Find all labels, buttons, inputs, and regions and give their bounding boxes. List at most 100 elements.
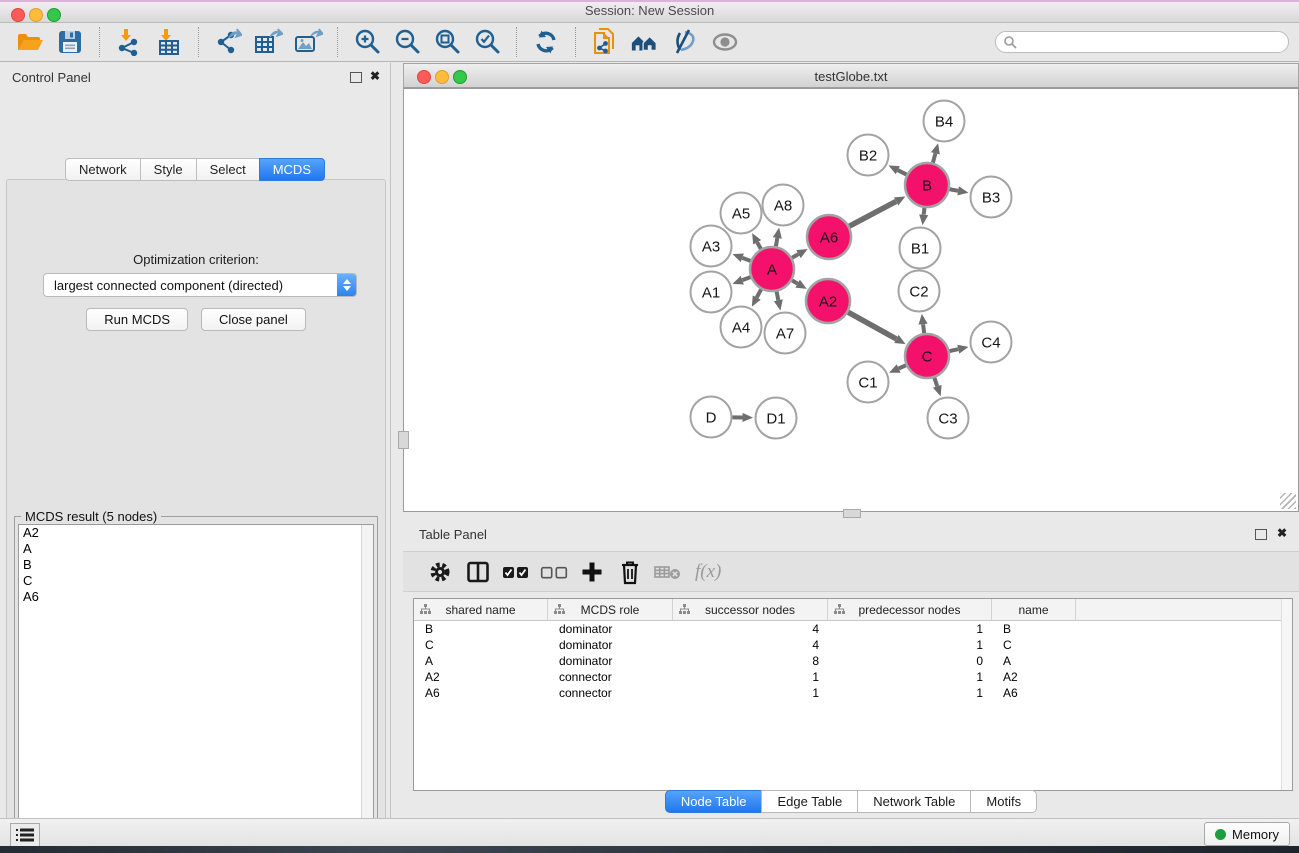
table-row[interactable]: A2connector11A2 (414, 669, 1292, 685)
column-header-predecessor-nodes[interactable]: predecessor nodes (828, 599, 992, 620)
table-cell[interactable]: 0 (828, 654, 992, 668)
table-cell[interactable]: 4 (673, 622, 828, 636)
table-cell[interactable]: connector (548, 686, 673, 700)
table-cell[interactable]: 1 (828, 670, 992, 684)
graph-edge-C-C3[interactable] (934, 378, 937, 386)
save-session-icon[interactable] (55, 27, 85, 57)
divider-grip-icon[interactable] (398, 431, 409, 449)
control-tab-style[interactable]: Style (140, 158, 197, 181)
table-cell[interactable]: C (414, 638, 548, 652)
table-row[interactable]: A6connector11A6 (414, 685, 1292, 701)
deselect-all-rows-icon[interactable] (539, 557, 569, 587)
refresh-icon[interactable] (531, 27, 561, 57)
table-cell[interactable]: A6 (414, 686, 548, 700)
column-header-MCDS-role[interactable]: MCDS role (548, 599, 673, 620)
table-cell[interactable]: 1 (828, 686, 992, 700)
table-cell[interactable]: A (414, 654, 548, 668)
export-image-icon[interactable] (293, 27, 323, 57)
graph-edge-A-A3[interactable] (742, 258, 750, 261)
table-cell[interactable]: 8 (673, 654, 828, 668)
window-resize-handle[interactable] (1280, 493, 1296, 509)
delete-table-icon[interactable] (653, 557, 683, 587)
table-cell[interactable]: A2 (414, 670, 548, 684)
run-mcds-button[interactable]: Run MCDS (86, 308, 188, 331)
column-selector-icon[interactable] (463, 557, 493, 587)
import-network-icon[interactable] (114, 27, 144, 57)
column-header-name[interactable]: name (992, 599, 1076, 620)
graph-edge-B-B1[interactable] (924, 208, 925, 215)
zoom-out-icon[interactable] (392, 27, 422, 57)
zoom-fit-icon[interactable] (432, 27, 462, 57)
table-cell[interactable]: dominator (548, 638, 673, 652)
mcds-result-item[interactable]: A2 (19, 525, 373, 541)
mcds-result-item[interactable]: B (19, 557, 373, 573)
search-input[interactable] (1022, 34, 1276, 50)
table-tab-edge-table[interactable]: Edge Table (761, 790, 858, 813)
table-cell[interactable]: connector (548, 670, 673, 684)
graph-edge-B-B4[interactable] (933, 153, 935, 162)
table-row[interactable]: Bdominator41B (414, 621, 1292, 637)
zoom-selected-icon[interactable] (472, 27, 502, 57)
close-panel-icon[interactable]: ✖ (1277, 527, 1287, 539)
graph-edge-A-A6[interactable] (792, 254, 798, 258)
table-cell[interactable]: B (992, 622, 1076, 636)
control-tab-select[interactable]: Select (196, 158, 260, 181)
graph-edge-A-A5[interactable] (757, 242, 761, 249)
graph-edge-C-C2[interactable] (923, 324, 924, 333)
zoom-in-icon[interactable] (352, 27, 382, 57)
graph-edge-A6-B[interactable] (849, 201, 896, 226)
table-cell[interactable]: B (414, 622, 548, 636)
graph-edge-B-B2[interactable] (898, 170, 907, 174)
control-tab-mcds[interactable]: MCDS (259, 158, 325, 181)
table-scrollbar[interactable] (1281, 599, 1292, 790)
column-header-shared-name[interactable]: shared name (414, 599, 548, 620)
close-panel-button[interactable]: Close panel (201, 308, 306, 331)
close-panel-icon[interactable]: ✖ (370, 70, 380, 82)
table-cell[interactable]: 1 (828, 638, 992, 652)
control-tab-network[interactable]: Network (65, 158, 141, 181)
mcds-result-item[interactable]: A (19, 541, 373, 557)
table-settings-gear-icon[interactable] (425, 557, 455, 587)
float-panel-icon[interactable] (1255, 529, 1267, 540)
search-field[interactable] (995, 31, 1289, 53)
import-table-icon[interactable] (154, 27, 184, 57)
table-cell[interactable]: 1 (673, 670, 828, 684)
table-tab-motifs[interactable]: Motifs (970, 790, 1037, 813)
table-cell[interactable]: C (992, 638, 1076, 652)
delete-columns-trash-icon[interactable] (615, 557, 645, 587)
table-cell[interactable]: A6 (992, 686, 1076, 700)
table-cell[interactable]: 4 (673, 638, 828, 652)
function-builder-icon[interactable]: f(x) (695, 561, 721, 583)
mcds-result-item[interactable]: C (19, 573, 373, 589)
mcds-list-scrollbar[interactable] (361, 525, 373, 851)
criterion-dropdown[interactable]: largest connected component (directed) (43, 273, 357, 297)
graph-edge-C-C4[interactable] (949, 349, 958, 351)
network-from-selection-icon[interactable] (590, 27, 620, 57)
table-cell[interactable]: A (992, 654, 1076, 668)
show-hide-graphics-icon[interactable] (670, 27, 700, 57)
table-cell[interactable]: A2 (992, 670, 1076, 684)
graph-edge-A-A1[interactable] (742, 277, 750, 280)
table-row[interactable]: Adominator80A (414, 653, 1292, 669)
network-canvas[interactable]: B4B2BB3A8A5A6A3B1AC2A1A2A4A7C4CC1C3DD1 (403, 88, 1299, 512)
graph-edge-A-A8[interactable] (776, 238, 777, 246)
mcds-result-list[interactable]: A2ABCA6 (18, 524, 374, 852)
graph-edge-B-B3[interactable] (950, 189, 958, 191)
graph-edge-C-C1[interactable] (899, 365, 906, 368)
float-panel-icon[interactable] (350, 72, 362, 83)
mcds-result-item[interactable]: A6 (19, 589, 373, 605)
graph-edge-A-A4[interactable] (757, 289, 761, 297)
table-cell[interactable]: 1 (673, 686, 828, 700)
first-neighbors-icon[interactable] (630, 27, 660, 57)
graph-edge-A2-C[interactable] (848, 312, 896, 339)
open-file-icon[interactable] (15, 27, 45, 57)
export-network-icon[interactable] (213, 27, 243, 57)
memory-button[interactable]: Memory (1204, 822, 1290, 846)
column-header-successor-nodes[interactable]: successor nodes (673, 599, 828, 620)
export-table-icon[interactable] (253, 27, 283, 57)
table-cell[interactable]: dominator (548, 654, 673, 668)
graph-edge-A-A2[interactable] (792, 280, 798, 283)
table-cell[interactable]: dominator (548, 622, 673, 636)
create-column-plus-icon[interactable] (577, 557, 607, 587)
table-tab-node-table[interactable]: Node Table (665, 790, 763, 813)
